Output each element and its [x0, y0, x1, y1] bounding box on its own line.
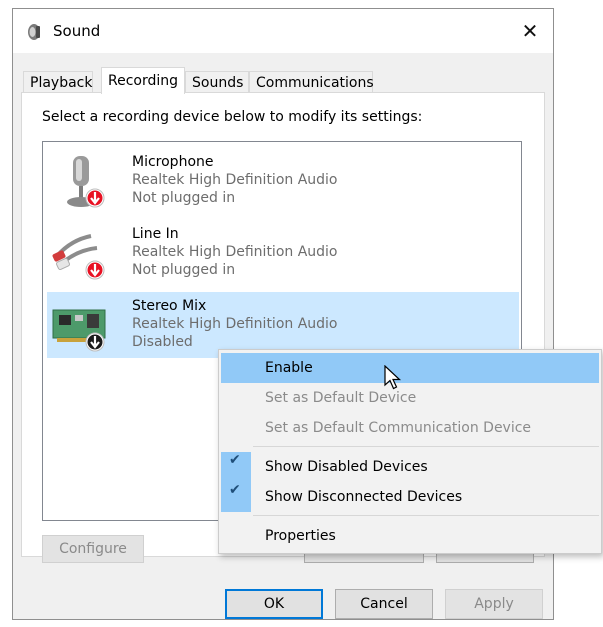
- ok-button[interactable]: OK: [225, 589, 323, 619]
- sound-card-icon: [52, 309, 106, 352]
- line-in-cable-icon: [52, 234, 105, 280]
- tab-playback[interactable]: Playback: [23, 71, 93, 93]
- title-bar: Sound ✕: [13, 9, 553, 53]
- device-driver: Realtek High Definition Audio: [132, 316, 338, 332]
- menu-item-set-default-device[interactable]: Set as Default Device: [221, 383, 599, 413]
- speaker-icon: [28, 24, 40, 40]
- device-name: Stereo Mix: [132, 298, 207, 314]
- tab-sounds[interactable]: Sounds: [185, 71, 249, 93]
- device-name: Line In: [132, 226, 179, 242]
- device-status: Not plugged in: [132, 190, 236, 206]
- configure-button[interactable]: Configure: [42, 535, 144, 563]
- device-status: Disabled: [132, 334, 193, 350]
- device-line-in[interactable]: Line In Realtek High Definition Audio No…: [47, 220, 519, 286]
- menu-item-show-disabled-devices[interactable]: Show Disabled Devices: [221, 452, 599, 482]
- menu-separator: [253, 446, 599, 447]
- device-driver: Realtek High Definition Audio: [132, 244, 338, 260]
- close-button[interactable]: ✕: [507, 9, 553, 53]
- microphone-icon: [67, 156, 105, 208]
- menu-separator: [253, 515, 599, 516]
- menu-item-properties[interactable]: Properties: [221, 521, 599, 551]
- device-driver: Realtek High Definition Audio: [132, 172, 338, 188]
- close-icon: ✕: [521, 19, 539, 43]
- menu-item-enable[interactable]: Enable: [221, 353, 599, 383]
- menu-item-show-disconnected-devices[interactable]: Show Disconnected Devices: [221, 482, 599, 512]
- context-menu: Enable Set as Default Device Set as Defa…: [218, 349, 602, 554]
- window-title: Sound: [53, 22, 101, 40]
- device-name: Microphone: [132, 154, 214, 170]
- menu-item-set-default-communication-device[interactable]: Set as Default Communication Device: [221, 413, 599, 443]
- cancel-button[interactable]: Cancel: [335, 589, 433, 619]
- instruction-text: Select a recording device below to modif…: [42, 109, 423, 125]
- mouse-cursor-icon: [384, 365, 402, 390]
- device-microphone[interactable]: Microphone Realtek High Definition Audio…: [47, 148, 519, 214]
- tab-recording[interactable]: Recording: [101, 67, 185, 94]
- device-status: Not plugged in: [132, 262, 236, 278]
- apply-button[interactable]: Apply: [445, 589, 543, 619]
- tab-communications[interactable]: Communications: [249, 71, 374, 93]
